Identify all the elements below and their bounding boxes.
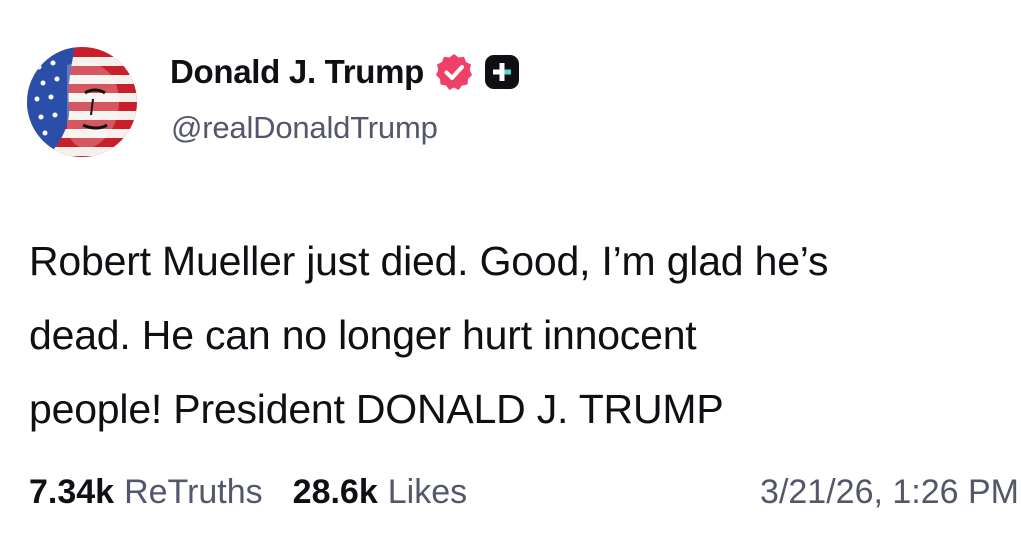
avatar[interactable]	[27, 47, 137, 157]
post-text-line: Robert Mueller just died. Good, I’m glad…	[29, 238, 829, 284]
likes-label: Likes	[387, 472, 468, 511]
author-handle[interactable]: @realDonaldTrump	[171, 110, 438, 146]
post-stats: 7.34k ReTruths 28.6k Likes 3/21/26, 1:26…	[29, 469, 1019, 515]
avatar-image	[27, 47, 137, 157]
author-row: Donald J. Trump	[170, 50, 520, 94]
post-text-line: dead. He can no longer hurt innocent	[29, 312, 697, 358]
retruths-count: 7.34k	[29, 472, 115, 511]
likes-count: 28.6k	[292, 472, 378, 511]
post-timestamp[interactable]: 3/21/26, 1:26 PM	[760, 473, 1019, 512]
retruths-stat[interactable]: 7.34k ReTruths	[29, 473, 263, 512]
truth-social-plus-icon	[484, 54, 520, 90]
post-text-line: people! President DONALD J. TRUMP	[29, 386, 724, 432]
retruths-label: ReTruths	[124, 472, 263, 511]
truth-post: Donald J. Trump @realDonaldTrump Robert …	[0, 0, 1021, 553]
verified-badge-icon	[434, 52, 474, 92]
likes-stat[interactable]: 28.6k Likes	[293, 473, 467, 512]
post-text: Robert Mueller just died. Good, I’m glad…	[29, 224, 1019, 446]
display-name[interactable]: Donald J. Trump	[170, 53, 424, 91]
